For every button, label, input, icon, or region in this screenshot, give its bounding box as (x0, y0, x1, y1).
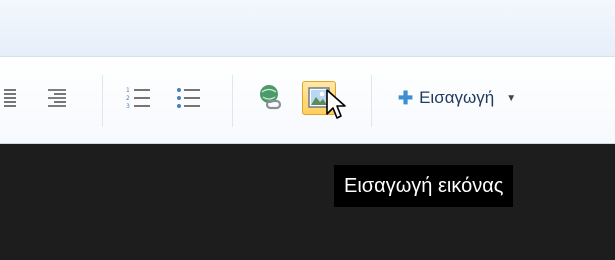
numbered-list-icon: 123 (126, 87, 150, 110)
insert-link-button[interactable] (254, 81, 288, 115)
align-right-button[interactable] (40, 81, 74, 115)
tooltip: Εισαγωγή εικόνας (334, 165, 514, 207)
align-right-icon (48, 89, 66, 107)
separator (102, 75, 103, 127)
toolbar: 123 ✚ Εισαγωγή ▼ (0, 57, 615, 144)
svg-text:1: 1 (126, 87, 130, 94)
separator (232, 75, 233, 127)
content-dark-area (0, 144, 615, 260)
chevron-down-icon: ▼ (506, 92, 517, 104)
plus-icon: ✚ (398, 87, 414, 108)
align-justify-button[interactable] (0, 81, 34, 115)
insert-dropdown-button[interactable]: ✚ Εισαγωγή ▼ (398, 83, 516, 113)
svg-text:3: 3 (126, 103, 130, 110)
svg-text:2: 2 (126, 95, 130, 102)
bulleted-list-button[interactable] (172, 81, 206, 115)
separator (371, 75, 372, 127)
bulleted-list-icon (177, 88, 200, 108)
numbered-list-button[interactable]: 123 (122, 81, 156, 115)
align-justify-icon (4, 89, 16, 107)
ribbon-top-strip (0, 0, 615, 57)
globe-link-icon (260, 85, 282, 110)
mouse-cursor-icon (326, 89, 346, 119)
insert-label: Εισαγωγή (419, 88, 495, 107)
